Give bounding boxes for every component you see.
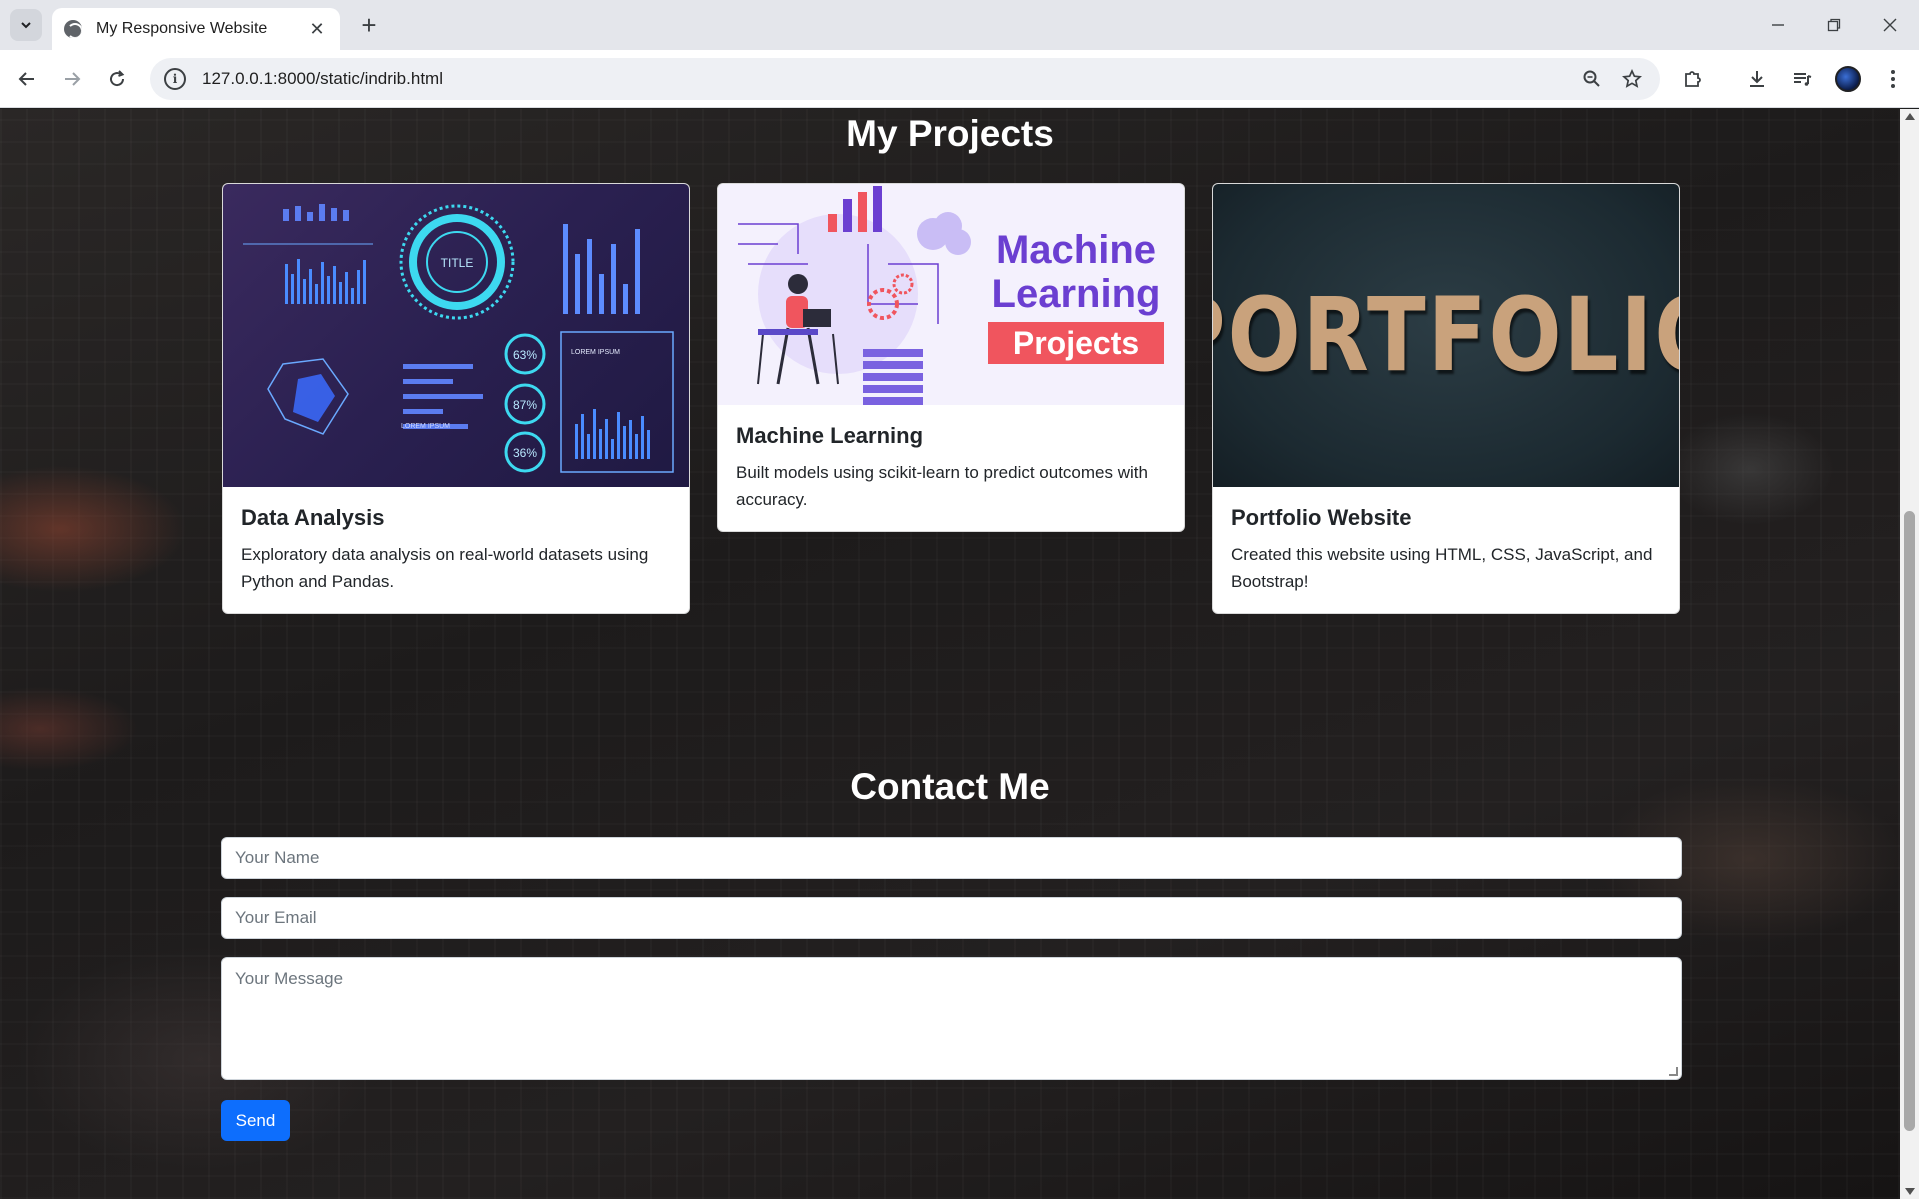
machine-learning-image: Machine Learning Projects bbox=[718, 184, 1184, 405]
profile-button[interactable] bbox=[1830, 61, 1866, 97]
name-placeholder: Your Name bbox=[235, 848, 320, 867]
playlist-icon bbox=[1794, 73, 1812, 86]
send-button[interactable]: Send bbox=[221, 1100, 290, 1141]
card-title: Portfolio Website bbox=[1231, 505, 1412, 530]
close-icon bbox=[1883, 18, 1897, 32]
chevron-down-icon bbox=[21, 22, 31, 29]
url-text[interactable]: 127.0.0.1:8000/static/indrib.html bbox=[202, 69, 1572, 89]
page-viewport: My Projects TITLE 63% 87% 36% LOREM IPSU… bbox=[0, 109, 1900, 1199]
card-title: Machine Learning bbox=[736, 423, 924, 448]
zoom-icon[interactable] bbox=[1572, 59, 1612, 99]
address-bar[interactable]: i 127.0.0.1:8000/static/indrib.html bbox=[150, 58, 1660, 100]
contact-heading: Contact Me bbox=[850, 766, 1050, 807]
name-field[interactable]: Your Name bbox=[221, 837, 1682, 879]
card-text: Built models using scikit-learn to predi… bbox=[736, 463, 1148, 509]
email-placeholder: Your Email bbox=[235, 908, 317, 927]
dashboard-lorem-label-1: LOREM IPSUM bbox=[401, 423, 450, 430]
dashboard-lorem-label-2: LOREM IPSUM bbox=[571, 349, 620, 356]
plus-icon: + bbox=[361, 9, 377, 40]
more-vertical-icon bbox=[1891, 70, 1895, 88]
bookmark-star-icon[interactable] bbox=[1612, 59, 1652, 99]
page-scrollbar[interactable] bbox=[1900, 109, 1919, 1199]
resize-handle-icon[interactable] bbox=[1669, 1067, 1678, 1076]
browser-toolbar: i 127.0.0.1:8000/static/indrib.html bbox=[0, 50, 1919, 108]
portfolio-image: PORTFOLIO bbox=[1213, 184, 1679, 487]
ml-image-badge: Projects bbox=[988, 322, 1164, 364]
message-field[interactable]: Your Message bbox=[221, 957, 1682, 1080]
back-button[interactable] bbox=[9, 61, 45, 97]
project-card-portfolio: PORTFOLIO Portfolio Website Created this… bbox=[1212, 183, 1680, 614]
globe-icon bbox=[64, 20, 82, 38]
browser-tab-strip: My Responsive Website ✕ + bbox=[0, 0, 1919, 50]
card-text: Exploratory data analysis on real-world … bbox=[241, 545, 649, 591]
browser-tab-active[interactable]: My Responsive Website ✕ bbox=[52, 8, 340, 50]
message-placeholder: Your Message bbox=[235, 969, 344, 988]
restore-icon bbox=[1827, 18, 1841, 32]
email-field[interactable]: Your Email bbox=[221, 897, 1682, 939]
minimize-icon bbox=[1772, 24, 1784, 26]
projects-heading: My Projects bbox=[846, 113, 1054, 154]
avatar bbox=[1835, 66, 1861, 92]
arrow-left-icon bbox=[18, 72, 34, 86]
new-tab-button[interactable]: + bbox=[353, 9, 385, 41]
tab-title: My Responsive Website bbox=[96, 20, 268, 37]
arrow-right-icon bbox=[65, 72, 81, 86]
puzzle-icon bbox=[1685, 71, 1701, 87]
restore-button[interactable] bbox=[1806, 0, 1862, 50]
scroll-down-icon[interactable] bbox=[1905, 1188, 1915, 1195]
minimize-button[interactable] bbox=[1750, 0, 1806, 50]
project-card-data-analysis: TITLE 63% 87% 36% LOREM IPSUM LOREM IPSU… bbox=[222, 183, 690, 614]
card-body: Machine Learning Built models using scik… bbox=[718, 405, 1184, 531]
download-icon bbox=[1750, 71, 1764, 87]
close-tab-icon[interactable]: ✕ bbox=[306, 18, 328, 40]
card-body: Portfolio Website Created this website u… bbox=[1213, 487, 1679, 613]
card-text: Created this website using HTML, CSS, Ja… bbox=[1231, 545, 1653, 591]
reload-icon bbox=[110, 70, 125, 87]
media-controls-button[interactable] bbox=[1784, 61, 1820, 97]
dashboard-title-label: TITLE bbox=[441, 256, 474, 270]
dashboard-percent-63: 63% bbox=[513, 348, 537, 362]
extensions-button[interactable] bbox=[1675, 61, 1711, 97]
card-body: Data Analysis Exploratory data analysis … bbox=[223, 487, 689, 613]
ml-image-heading: Machine Learning bbox=[991, 228, 1161, 316]
site-info-icon[interactable]: i bbox=[164, 68, 186, 90]
downloads-button[interactable] bbox=[1739, 61, 1775, 97]
forward-button[interactable] bbox=[54, 61, 90, 97]
menu-button[interactable] bbox=[1875, 61, 1911, 97]
dashboard-illustration: TITLE 63% 87% 36% LOREM IPSUM LOREM IPSU… bbox=[243, 204, 674, 473]
scrollbar-thumb[interactable] bbox=[1904, 511, 1915, 1131]
tab-search-button[interactable] bbox=[10, 9, 42, 41]
portfolio-image-word: PORTFOLIO bbox=[1213, 276, 1679, 395]
close-window-button[interactable] bbox=[1862, 0, 1918, 50]
dashboard-percent-87: 87% bbox=[513, 398, 537, 412]
reload-button[interactable] bbox=[99, 61, 135, 97]
card-title: Data Analysis bbox=[241, 505, 385, 530]
scroll-up-icon[interactable] bbox=[1905, 113, 1915, 120]
data-analysis-image: TITLE 63% 87% 36% LOREM IPSUM LOREM IPSU… bbox=[223, 184, 689, 487]
project-card-machine-learning: Machine Learning Projects Machine Learni… bbox=[717, 183, 1185, 532]
dashboard-percent-36: 36% bbox=[513, 446, 537, 460]
